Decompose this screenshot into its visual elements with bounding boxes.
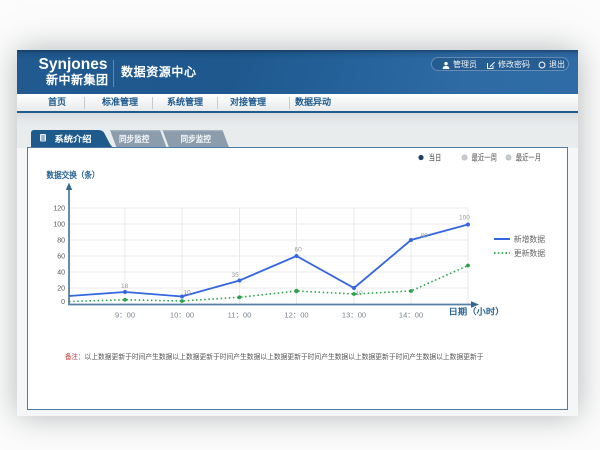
svg-text:60: 60 xyxy=(57,254,65,261)
svg-text:更新数据: 更新数据 xyxy=(514,248,546,258)
svg-text:日期（小时）: 日期（小时） xyxy=(449,307,505,317)
svg-text:60: 60 xyxy=(295,247,303,254)
svg-text:最近一周: 最近一周 xyxy=(472,153,498,163)
svg-text:100: 100 xyxy=(53,222,65,229)
svg-text:13：00: 13：00 xyxy=(342,311,366,320)
svg-text:18: 18 xyxy=(121,283,129,290)
svg-text:80: 80 xyxy=(421,233,429,240)
svg-text:10：00: 10：00 xyxy=(170,311,194,320)
svg-text:系统介绍: 系统介绍 xyxy=(55,134,93,144)
svg-text:20: 20 xyxy=(57,286,65,293)
svg-text:12：00: 12：00 xyxy=(284,311,308,320)
svg-text:120: 120 xyxy=(53,206,65,213)
svg-text:数据交换（条）: 数据交换（条） xyxy=(47,170,100,180)
svg-text:新增数据: 新增数据 xyxy=(514,234,546,244)
svg-text:100: 100 xyxy=(459,215,470,222)
svg-text:35: 35 xyxy=(232,272,240,279)
svg-text:0: 0 xyxy=(61,299,65,306)
svg-text:备注：: 备注： xyxy=(65,352,85,361)
svg-text:40: 40 xyxy=(57,270,65,277)
svg-text:9：00: 9：00 xyxy=(115,311,135,320)
svg-text:11：00: 11：00 xyxy=(228,311,252,320)
svg-text:以上数据更新于时间产生数据以上数据更新于时间产生数据以上数据: 以上数据更新于时间产生数据以上数据更新于时间产生数据以上数据更新于时间产生数据以… xyxy=(85,352,484,361)
svg-text:10: 10 xyxy=(356,290,364,297)
svg-text:当日: 当日 xyxy=(429,153,442,163)
svg-text:同步监控: 同步监控 xyxy=(181,134,212,144)
svg-text:10: 10 xyxy=(184,290,192,297)
svg-text:同步监控: 同步监控 xyxy=(119,134,150,144)
svg-text:14：00: 14：00 xyxy=(399,311,423,320)
svg-text:最近一月: 最近一月 xyxy=(516,153,542,163)
svg-text:80: 80 xyxy=(57,238,65,245)
